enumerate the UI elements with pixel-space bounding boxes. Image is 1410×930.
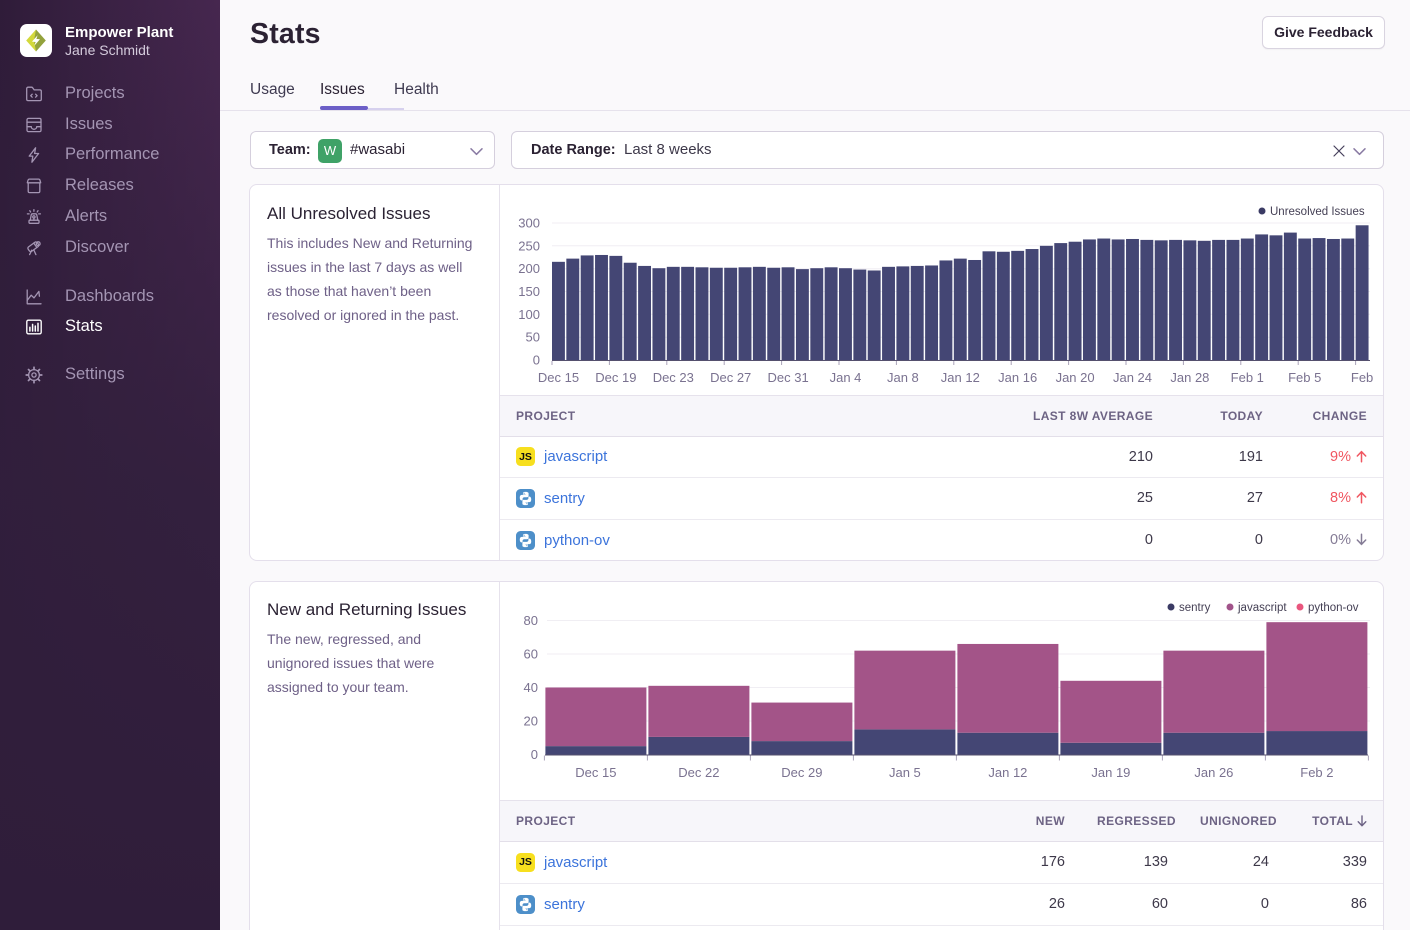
svg-text:150: 150 [518,284,540,299]
svg-text:300: 300 [518,216,540,231]
svg-text:Jan 24: Jan 24 [1113,370,1152,385]
svg-text:Jan 19: Jan 19 [1091,765,1130,780]
svg-text:40: 40 [524,680,538,695]
svg-text:Jan 4: Jan 4 [830,370,862,385]
svg-text:sentry: sentry [1179,602,1211,614]
svg-text:Jan 12: Jan 12 [941,370,980,385]
svg-text:100: 100 [518,307,540,322]
svg-text:Dec 29: Dec 29 [781,765,822,780]
svg-text:20: 20 [524,714,538,729]
svg-text:250: 250 [518,238,540,253]
svg-text:Dec 15: Dec 15 [538,370,579,385]
svg-text:python-ov: python-ov [1308,602,1359,614]
svg-text:Jan 28: Jan 28 [1170,370,1209,385]
svg-text:Dec 27: Dec 27 [710,370,751,385]
svg-text:Feb 2: Feb 2 [1300,765,1333,780]
svg-text:Dec 19: Dec 19 [595,370,636,385]
svg-text:Dec 23: Dec 23 [653,370,694,385]
svg-text:Feb: Feb [1351,370,1373,385]
svg-text:Jan 20: Jan 20 [1056,370,1095,385]
svg-text:Dec 31: Dec 31 [767,370,808,385]
svg-text:Feb 1: Feb 1 [1231,370,1264,385]
svg-text:Jan 26: Jan 26 [1194,765,1233,780]
svg-text:Jan 12: Jan 12 [988,765,1027,780]
svg-text:80: 80 [524,613,538,628]
svg-text:Jan 8: Jan 8 [887,370,919,385]
svg-text:javascript: javascript [1237,602,1287,614]
svg-text:Dec 15: Dec 15 [575,765,616,780]
svg-text:Jan 5: Jan 5 [889,765,921,780]
svg-text:Feb 5: Feb 5 [1288,370,1321,385]
svg-text:200: 200 [518,261,540,276]
svg-text:Unresolved Issues: Unresolved Issues [1270,206,1365,218]
svg-text:60: 60 [524,647,538,662]
svg-text:0: 0 [533,353,540,368]
svg-text:50: 50 [526,330,540,345]
svg-text:0: 0 [531,747,538,762]
svg-text:Jan 16: Jan 16 [998,370,1037,385]
svg-text:Dec 22: Dec 22 [678,765,719,780]
